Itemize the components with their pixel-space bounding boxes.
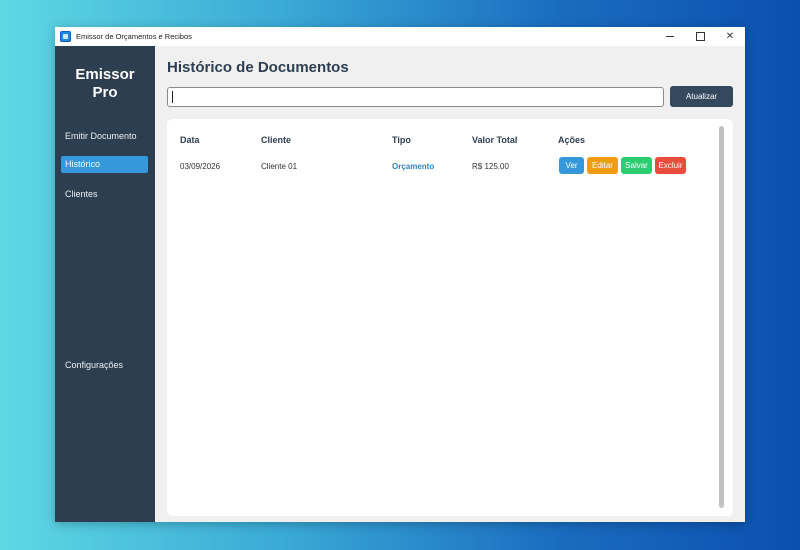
brand-logo: Emissor Pro (55, 46, 155, 102)
excluir-button[interactable]: Excluir (655, 157, 686, 174)
column-header-data: Data (180, 135, 200, 145)
title-bar: Emissor de Orçamentos e Recibos ✕ (55, 27, 745, 46)
cell-valor-total: R$ 125.00 (472, 162, 509, 171)
documents-table-panel: Data Cliente Tipo Valor Total Ações 03/0… (167, 119, 733, 516)
window-title: Emissor de Orçamentos e Recibos (76, 32, 192, 41)
app-window: Emissor de Orçamentos e Recibos ✕ Emisso… (55, 27, 745, 522)
column-header-acoes: Ações (558, 135, 586, 145)
brand-line-1: Emissor (75, 66, 135, 83)
cell-tipo: Orçamento (392, 162, 435, 171)
text-caret (172, 91, 173, 103)
editar-button[interactable]: Editar (587, 157, 618, 174)
column-header-valor-total: Valor Total (472, 135, 518, 145)
sidebar-item-clientes[interactable]: Clientes (61, 186, 148, 203)
maximize-icon[interactable] (685, 27, 715, 46)
sidebar: Emissor Pro Emitir Documento Histórico C… (55, 46, 155, 522)
close-icon[interactable]: ✕ (715, 27, 745, 46)
search-input[interactable] (167, 87, 664, 107)
main-area: Histórico de Documentos Atualizar Data C… (155, 46, 745, 522)
refresh-button[interactable]: Atualizar (670, 86, 733, 107)
window-controls: ✕ (655, 27, 745, 46)
ver-button[interactable]: Ver (559, 157, 584, 174)
cell-cliente: Cliente 01 (261, 162, 298, 171)
salvar-button[interactable]: Salvar (621, 157, 652, 174)
minimize-icon[interactable] (655, 27, 685, 46)
sidebar-item-configuracoes[interactable]: Configurações (61, 357, 148, 374)
column-header-tipo: Tipo (392, 135, 411, 145)
cell-data: 03/09/2026 (180, 162, 221, 171)
sidebar-item-emitir-documento[interactable]: Emitir Documento (61, 128, 148, 145)
vertical-scrollbar[interactable] (719, 126, 724, 508)
app-icon (60, 31, 71, 42)
column-header-cliente: Cliente (261, 135, 292, 145)
sidebar-item-historico[interactable]: Histórico (61, 156, 148, 173)
page-title: Histórico de Documentos (167, 59, 349, 76)
app-content: Emissor Pro Emitir Documento Histórico C… (55, 46, 745, 522)
brand-line-2: Pro (92, 84, 118, 101)
